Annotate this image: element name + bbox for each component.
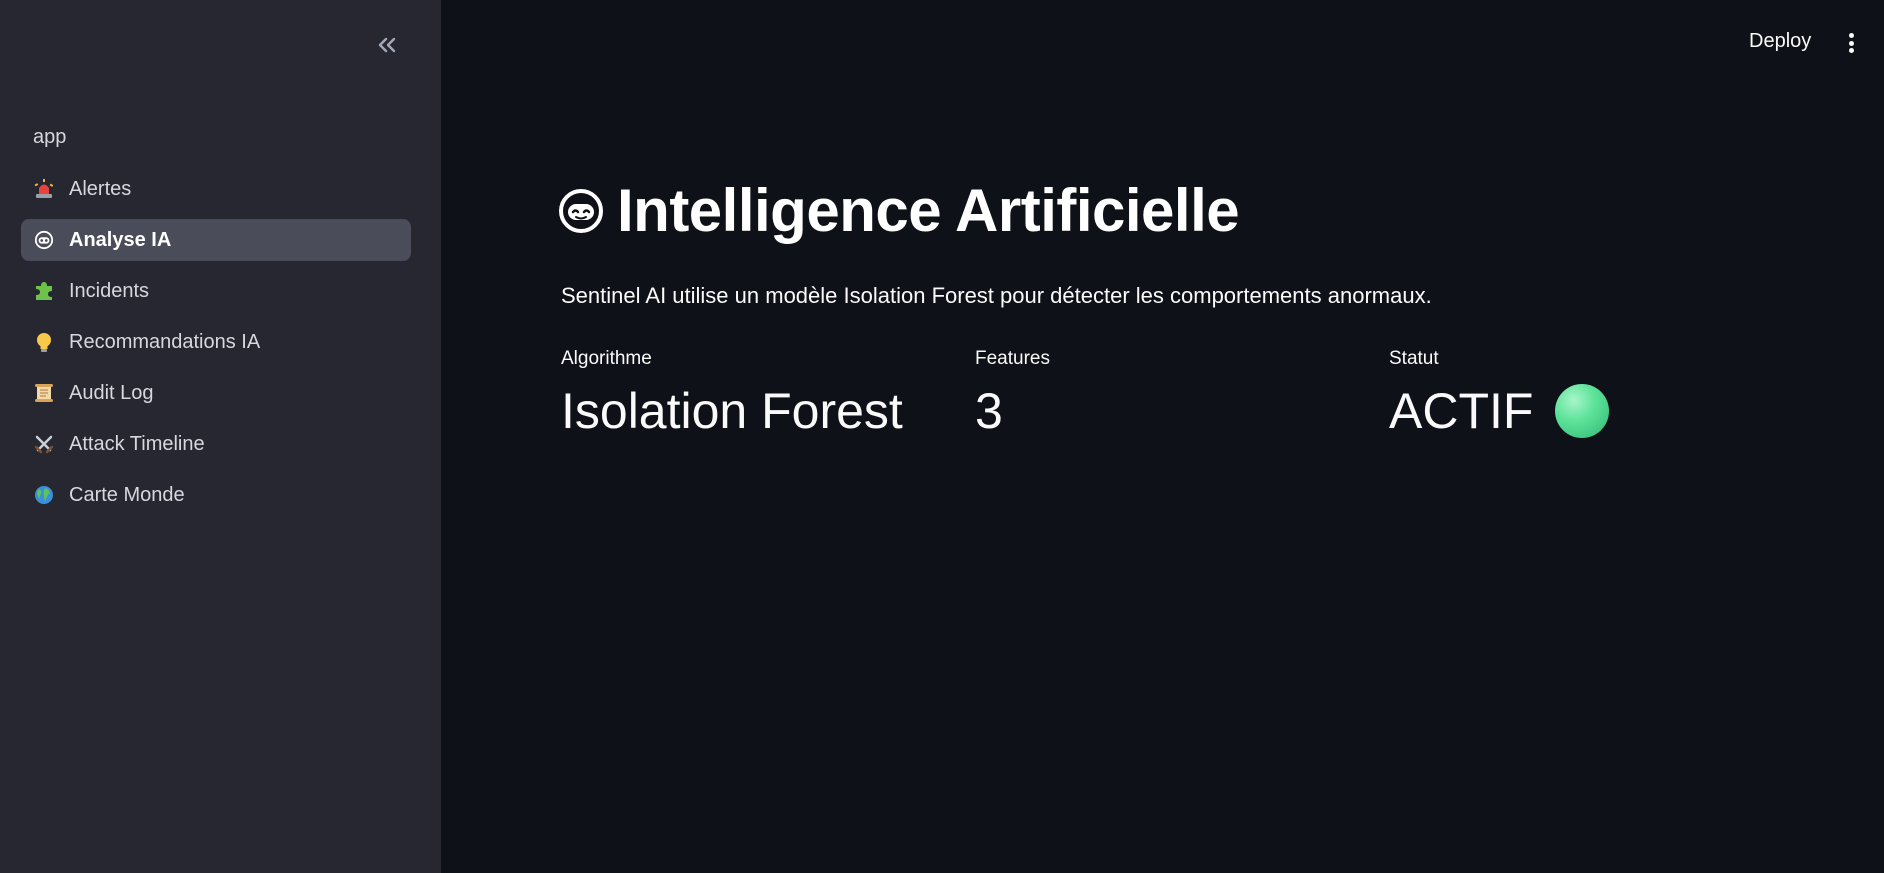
sidebar-item-label: Audit Log [69,381,154,404]
page-title: Intelligence Artificielle [557,176,1240,245]
deploy-button[interactable]: Deploy [1749,30,1811,53]
double-chevron-left-icon [378,37,396,53]
metric-value: 3 [975,382,1050,440]
sidebar-item-label: Carte Monde [69,483,185,506]
metric-label: Features [975,348,1050,369]
sidebar-nav: Alertes Analyse IA Incidents Recommandat… [21,168,411,525]
sidebar-item-audit-log[interactable]: Audit Log [21,372,411,414]
metric-statut: Statut ACTIF [1389,348,1610,440]
scroll-icon [33,382,55,404]
status-green-circle-icon [1555,384,1610,438]
vertical-dots-icon [1848,33,1854,38]
metric-features: Features 3 [975,348,1050,440]
sidebar-item-label: Incidents [69,279,150,302]
metric-value-text: 3 [975,383,1003,439]
sidebar-item-label: Attack Timeline [69,432,205,455]
page-title-text: Intelligence Artificielle [617,177,1240,244]
metric-label: Statut [1389,348,1439,369]
puzzle-piece-icon [33,280,55,302]
crossed-swords-icon [33,433,55,455]
sidebar-item-label: Alertes [69,177,132,200]
sidebar-item-label: Analyse IA [69,228,172,251]
robot-face-icon [33,229,55,251]
metric-value-text: Isolation Forest [561,383,903,439]
sidebar-item-incidents[interactable]: Incidents [21,270,411,312]
metric-value: Isolation Forest [561,382,903,440]
sidebar-item-recommandations-ia[interactable]: Recommandations IA [21,321,411,363]
collapse-sidebar-button[interactable] [370,28,404,62]
police-light-icon [33,178,55,200]
sidebar-item-alertes[interactable]: Alertes [21,168,411,210]
nav-section-label: app [33,126,67,148]
vertical-dots-icon [1848,40,1854,46]
metric-algorithme: Algorithme Isolation Forest [561,348,903,440]
page-description: Sentinel AI utilise un modèle Isolation … [561,283,1432,308]
lightbulb-icon [33,331,55,353]
metric-value-text: ACTIF [1389,383,1534,439]
sidebar: app Alertes Analyse IA Incidents Recomma… [0,0,441,873]
robot-face-icon [559,188,603,233]
sidebar-item-carte-monde[interactable]: Carte Monde [21,474,411,516]
metric-value: ACTIF [1389,382,1610,440]
sidebar-item-analyse-ia[interactable]: Analyse IA [21,219,411,261]
sidebar-item-attack-timeline[interactable]: Attack Timeline [21,423,411,465]
main-menu-button[interactable] [1840,30,1862,56]
globe-icon [33,484,55,506]
vertical-dots-icon [1848,48,1854,53]
sidebar-item-label: Recommandations IA [69,330,261,353]
metric-label: Algorithme [561,348,652,369]
